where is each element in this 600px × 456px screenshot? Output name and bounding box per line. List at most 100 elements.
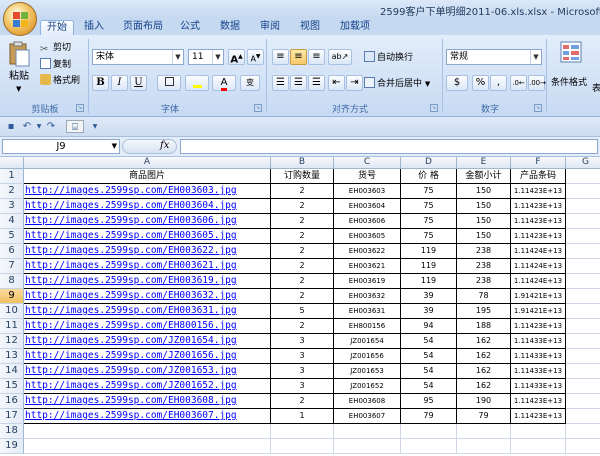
table-cell[interactable]: 3 bbox=[271, 349, 334, 364]
table-cell[interactable]: 54 bbox=[401, 364, 457, 379]
spreadsheet-grid[interactable]: ABCDEFG 1 2 3 4 5 6 7 8 9 10 11 12 13 14 15 16 17 18 19 商品… bbox=[0, 157, 600, 456]
image-link[interactable]: http://images.2599sp.com/JZ001652.jpg bbox=[24, 379, 271, 394]
font-launcher-icon[interactable]: ↘ bbox=[254, 104, 262, 112]
table-cell[interactable]: 1.11423E+13 bbox=[511, 409, 566, 424]
table-cell[interactable]: EH003622 bbox=[334, 244, 401, 259]
empty-cell[interactable] bbox=[511, 439, 566, 454]
empty-cell[interactable] bbox=[566, 289, 600, 304]
table-header-cell[interactable]: 金额小计 bbox=[457, 169, 511, 184]
table-cell[interactable]: EH003621 bbox=[334, 259, 401, 274]
table-cell[interactable]: 1.91421E+13 bbox=[511, 289, 566, 304]
table-cell[interactable]: 78 bbox=[457, 289, 511, 304]
table-cell[interactable]: 1.11423E+13 bbox=[511, 184, 566, 199]
image-link[interactable]: http://images.2599sp.com/JZ001653.jpg bbox=[24, 364, 271, 379]
empty-cell[interactable] bbox=[24, 439, 271, 454]
number-launcher-icon[interactable]: ↘ bbox=[534, 104, 542, 112]
image-link[interactable]: http://images.2599sp.com/EH003606.jpg bbox=[24, 214, 271, 229]
align-center-button[interactable]: ☰ bbox=[290, 75, 307, 91]
table-cell[interactable]: 1 bbox=[271, 409, 334, 424]
empty-cell[interactable] bbox=[566, 259, 600, 274]
empty-cell[interactable] bbox=[457, 424, 511, 439]
row-header-3[interactable]: 3 bbox=[0, 199, 24, 214]
table-cell[interactable]: EH003604 bbox=[334, 199, 401, 214]
align-left-button[interactable]: ☰ bbox=[272, 75, 289, 91]
table-cell[interactable]: 94 bbox=[401, 319, 457, 334]
row-header-13[interactable]: 13 bbox=[0, 349, 24, 364]
empty-cell[interactable] bbox=[566, 424, 600, 439]
tab-data[interactable]: 数据 bbox=[216, 20, 244, 35]
row-header-11[interactable]: 11 bbox=[0, 319, 24, 334]
table-cell[interactable]: EH003603 bbox=[334, 184, 401, 199]
percent-button[interactable]: % bbox=[472, 75, 489, 91]
empty-cell[interactable] bbox=[334, 424, 401, 439]
table-cell[interactable]: 1.11433E+13 bbox=[511, 379, 566, 394]
table-cell[interactable]: 95 bbox=[401, 394, 457, 409]
table-cell[interactable]: 2 bbox=[271, 259, 334, 274]
row-header-6[interactable]: 6 bbox=[0, 244, 24, 259]
row-header-5[interactable]: 5 bbox=[0, 229, 24, 244]
tab-formulas[interactable]: 公式 bbox=[176, 20, 204, 35]
empty-cell[interactable] bbox=[566, 244, 600, 259]
customize-qat-icon[interactable]: ▼ bbox=[88, 120, 102, 133]
table-header-cell[interactable]: 商品图片 bbox=[24, 169, 271, 184]
increase-indent-button[interactable]: ⇥ bbox=[346, 75, 363, 91]
table-cell[interactable]: 5 bbox=[271, 304, 334, 319]
empty-cell[interactable] bbox=[566, 304, 600, 319]
empty-cell[interactable] bbox=[566, 364, 600, 379]
save-icon[interactable]: ▪ bbox=[4, 120, 18, 133]
table-cell[interactable]: 1.11423E+13 bbox=[511, 214, 566, 229]
table-cell[interactable]: 79 bbox=[457, 409, 511, 424]
table-cell[interactable]: 119 bbox=[401, 244, 457, 259]
align-middle-button[interactable]: ≡ bbox=[290, 49, 307, 65]
paste-dropdown-icon[interactable]: ▼ bbox=[16, 83, 21, 95]
grow-font-button[interactable]: A▲ bbox=[228, 49, 245, 65]
align-bottom-button[interactable]: ≡ bbox=[308, 49, 325, 65]
table-cell[interactable]: EH003631 bbox=[334, 304, 401, 319]
tab-addins[interactable]: 加载项 bbox=[336, 20, 374, 35]
table-cell[interactable]: 1.11423E+13 bbox=[511, 319, 566, 334]
table-cell[interactable]: 1.11423E+13 bbox=[511, 199, 566, 214]
image-link[interactable]: http://images.2599sp.com/EH003622.jpg bbox=[24, 244, 271, 259]
table-cell[interactable]: 75 bbox=[401, 214, 457, 229]
image-link[interactable]: http://images.2599sp.com/EH003603.jpg bbox=[24, 184, 271, 199]
column-header-b[interactable]: B bbox=[271, 157, 334, 169]
cut-button[interactable]: ✂ 剪切 bbox=[40, 42, 71, 55]
table-cell[interactable]: JZ001654 bbox=[334, 334, 401, 349]
row-header-17[interactable]: 17 bbox=[0, 409, 24, 424]
column-header-d[interactable]: D bbox=[401, 157, 457, 169]
empty-cell[interactable] bbox=[271, 424, 334, 439]
table-cell[interactable]: 3 bbox=[271, 364, 334, 379]
tab-view[interactable]: 视图 bbox=[296, 20, 324, 35]
empty-cell[interactable] bbox=[24, 424, 271, 439]
empty-cell[interactable] bbox=[566, 334, 600, 349]
table-cell[interactable]: 150 bbox=[457, 199, 511, 214]
row-header-19[interactable]: 19 bbox=[0, 439, 24, 454]
empty-cell[interactable] bbox=[566, 199, 600, 214]
table-cell[interactable]: 54 bbox=[401, 379, 457, 394]
empty-cell[interactable] bbox=[457, 439, 511, 454]
office-button[interactable] bbox=[3, 2, 37, 36]
merge-center-button[interactable]: 合并后居中 ▼ bbox=[364, 77, 430, 90]
table-cell[interactable]: 238 bbox=[457, 274, 511, 289]
table-cell[interactable]: 119 bbox=[401, 259, 457, 274]
form-icon[interactable]: ⌸ bbox=[66, 120, 84, 133]
row-header-8[interactable]: 8 bbox=[0, 274, 24, 289]
table-cell[interactable]: JZ001656 bbox=[334, 349, 401, 364]
table-cell[interactable]: 1.11424E+13 bbox=[511, 274, 566, 289]
table-cell[interactable]: 54 bbox=[401, 349, 457, 364]
table-cell[interactable]: 79 bbox=[401, 409, 457, 424]
table-cell[interactable]: EH800156 bbox=[334, 319, 401, 334]
empty-cell[interactable] bbox=[566, 439, 600, 454]
table-cell[interactable]: 1.11423E+13 bbox=[511, 229, 566, 244]
table-header-cell[interactable]: 产品条码 bbox=[511, 169, 566, 184]
row-header-7[interactable]: 7 bbox=[0, 259, 24, 274]
empty-cell[interactable] bbox=[401, 439, 457, 454]
underline-button[interactable]: U bbox=[130, 75, 147, 91]
currency-button[interactable]: $ bbox=[446, 75, 468, 91]
table-cell[interactable]: 2 bbox=[271, 274, 334, 289]
row-header-15[interactable]: 15 bbox=[0, 379, 24, 394]
table-header-cell[interactable]: 价 格 bbox=[401, 169, 457, 184]
table-cell[interactable]: 3 bbox=[271, 334, 334, 349]
table-format-label[interactable]: 表 bbox=[592, 83, 600, 95]
insert-function-button[interactable]: fx bbox=[160, 140, 169, 151]
